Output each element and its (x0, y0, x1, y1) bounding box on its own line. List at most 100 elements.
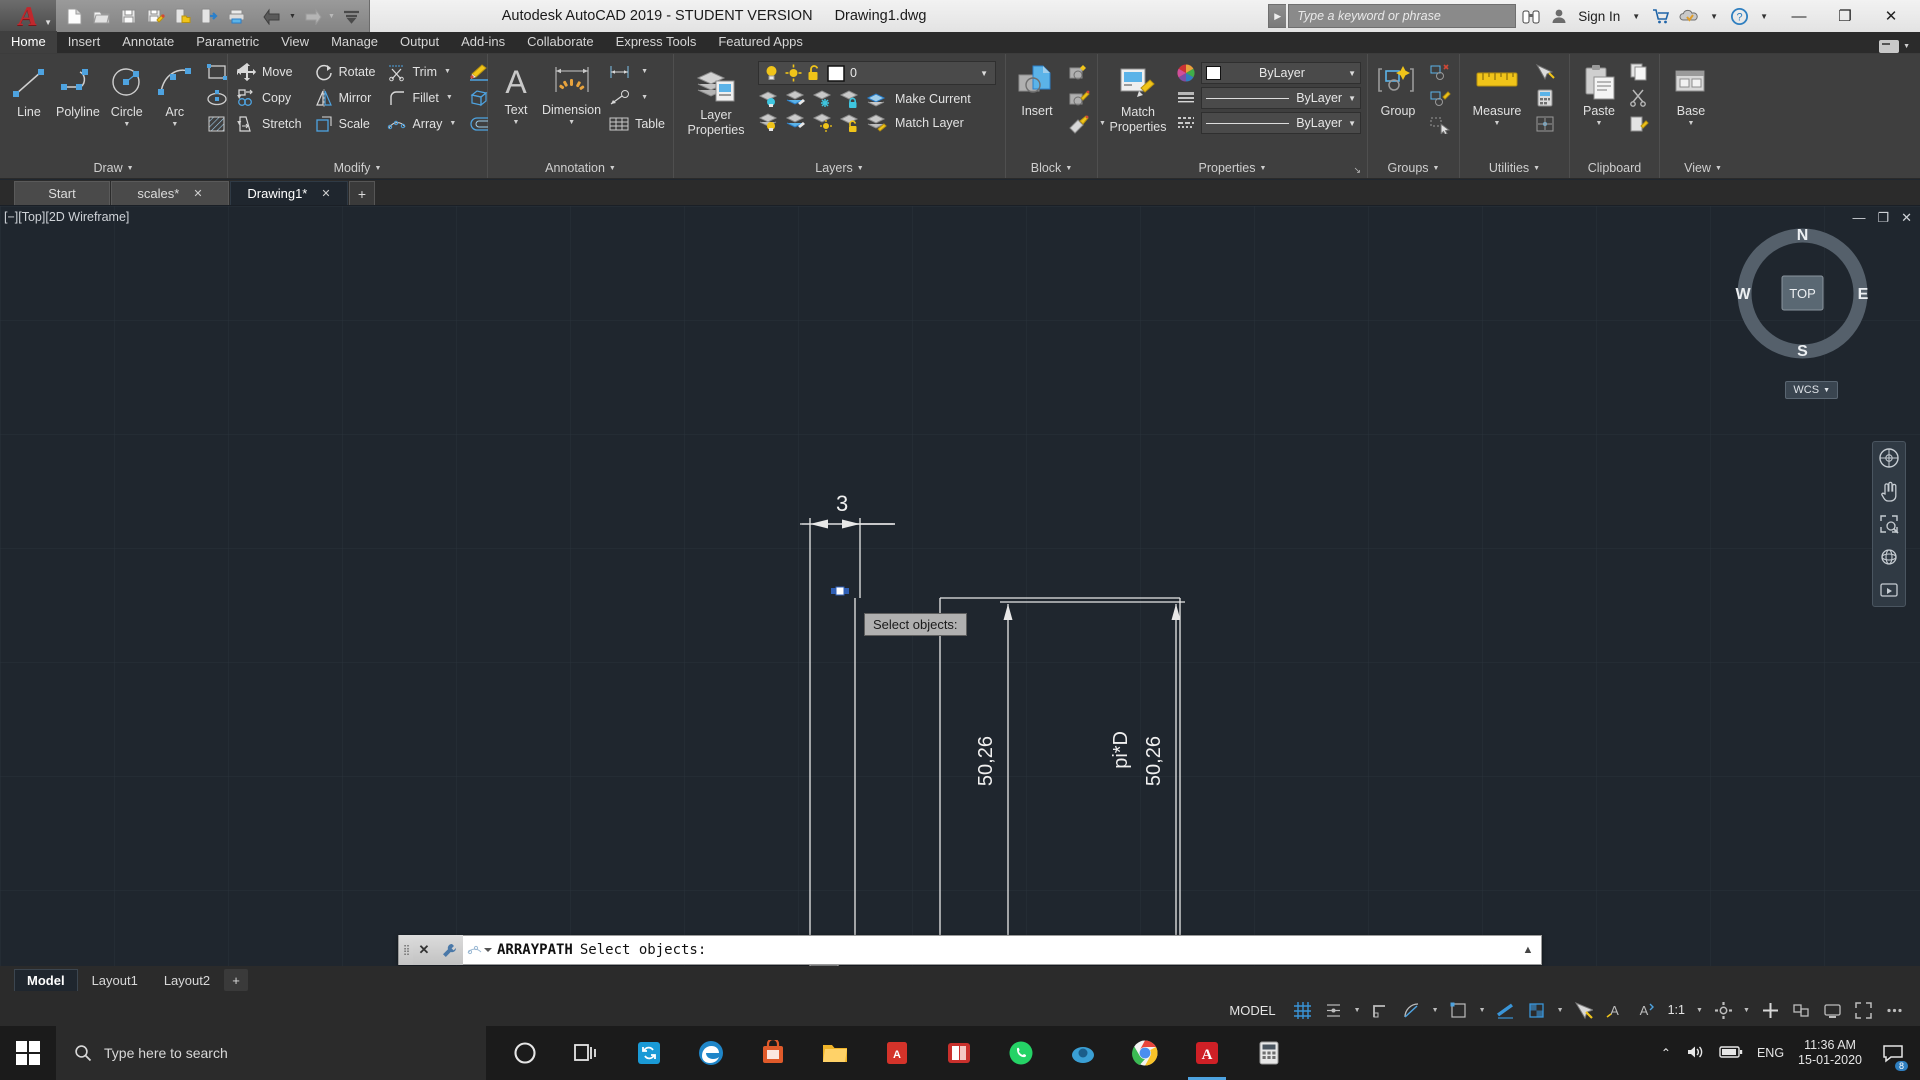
quick-select-button[interactable] (1531, 59, 1559, 84)
annotation-table-button[interactable]: Table (605, 111, 668, 136)
layer-properties-button[interactable]: Layer Properties (680, 59, 752, 140)
help-search-input[interactable]: Type a keyword or phrase (1288, 4, 1517, 28)
object-color-combo[interactable]: ByLayer ▼ (1201, 62, 1361, 84)
minimize-button[interactable]: — (1776, 0, 1822, 32)
draw-arc-chevron-down-icon[interactable]: ▼ (171, 121, 178, 128)
chevron-down-icon[interactable]: ▼ (1348, 119, 1356, 128)
cloud-sync-icon[interactable] (1676, 2, 1702, 30)
panel-title-properties[interactable]: Properties ▼ ↘ (1098, 158, 1367, 178)
plot-preview-button[interactable] (170, 3, 194, 29)
modify-trim-chevron-down-icon[interactable]: ▼ (444, 68, 451, 75)
search-dropdown-icon[interactable]: ▶ (1268, 4, 1287, 28)
paste-button[interactable]: Paste ▼ (1576, 59, 1622, 130)
clock[interactable]: 11:36 AM 15-01-2020 (1798, 1038, 1862, 1068)
draw-line-button[interactable]: Line (6, 59, 52, 122)
save-as-button[interactable] (143, 3, 167, 29)
annotation-visibility-icon[interactable]: A (1603, 999, 1627, 1021)
modify-move-button[interactable]: Move (234, 59, 305, 84)
tray-expand-icon[interactable]: ⌃ (1661, 1046, 1671, 1060)
layer-on-bulb-icon[interactable] (763, 64, 780, 82)
language-indicator[interactable]: ENG (1757, 1046, 1784, 1060)
redo-dropdown-icon[interactable]: ▼ (327, 13, 336, 20)
chevron-down-icon[interactable]: ▼ (980, 69, 991, 78)
layer-unisolate-icon[interactable] (785, 113, 807, 133)
open-file-button[interactable] (89, 3, 113, 29)
close-button[interactable]: ✕ (1868, 0, 1914, 32)
grid-display-icon[interactable] (1291, 999, 1315, 1021)
ribbon-tab-express-tools[interactable]: Express Tools (605, 31, 708, 53)
measure-button[interactable]: Measure ▼ (1466, 59, 1528, 130)
annotation-linear-chevron-down-icon[interactable]: ▼ (641, 68, 648, 75)
ribbon-tab-featured-apps[interactable]: Featured Apps (707, 31, 814, 53)
autocad-icon[interactable]: A (1176, 1026, 1238, 1080)
make-current-label[interactable]: Make Current (895, 92, 971, 106)
paste-chevron-down-icon[interactable]: ▼ (1596, 120, 1603, 127)
draw-circle-button[interactable]: Circle ▼ (104, 59, 150, 131)
search-binoculars-icon[interactable] (1518, 2, 1544, 30)
command-line-expand-icon[interactable]: ▲ (1515, 944, 1541, 956)
whatsapp-icon[interactable] (990, 1026, 1052, 1080)
draw-circle-chevron-down-icon[interactable]: ▼ (123, 121, 130, 128)
modify-rotate-button[interactable]: Rotate (311, 59, 379, 84)
chevron-down-icon[interactable]: ▼ (857, 165, 864, 172)
paste-special-button[interactable] (1625, 111, 1653, 136)
sign-in-chevron-icon[interactable]: ▼ (1626, 12, 1646, 21)
polar-tracking-icon[interactable] (1400, 999, 1424, 1021)
ribbon-tab-view[interactable]: View (270, 31, 320, 53)
modify-array-chevron-down-icon[interactable]: ▼ (449, 120, 456, 127)
panel-title-clipboard[interactable]: Clipboard (1570, 158, 1659, 178)
volume-icon[interactable] (1685, 1043, 1705, 1064)
showmotion-icon[interactable] (1877, 579, 1901, 601)
customize-qat-button[interactable] (339, 3, 363, 29)
layer-on-icon[interactable] (758, 113, 780, 133)
sign-in-button[interactable]: Sign In (1574, 9, 1624, 24)
chevron-down-icon[interactable]: ▼ (1348, 94, 1356, 103)
redo-button[interactable] (300, 3, 324, 29)
file-explorer-icon[interactable] (804, 1026, 866, 1080)
layer-unlock-row-icon[interactable] (839, 113, 861, 133)
ungroup-button[interactable] (1425, 59, 1455, 84)
maximize-button[interactable]: ❐ (1822, 0, 1868, 32)
match-layer-label[interactable]: Match Layer (895, 116, 964, 130)
ribbon-tab-parametric[interactable]: Parametric (185, 31, 270, 53)
pdf-reader-icon[interactable]: A (866, 1026, 928, 1080)
polar-chevron-down-icon[interactable]: ▼ (1431, 1007, 1440, 1014)
battery-icon[interactable] (1719, 1045, 1743, 1062)
chrome-icon[interactable] (1114, 1026, 1176, 1080)
panel-title-draw[interactable]: Draw ▼ (0, 158, 227, 178)
modify-copy-button[interactable]: Copy (234, 85, 305, 110)
chevron-down-icon[interactable]: ▼ (1823, 387, 1830, 394)
new-layout-button[interactable]: + (224, 969, 249, 991)
workspace-switch-icon[interactable] (1711, 999, 1735, 1021)
chevron-down-icon[interactable]: ▼ (1433, 165, 1440, 172)
orbit-icon[interactable] (1877, 546, 1901, 568)
layout-tab-model[interactable]: Model (14, 969, 78, 991)
view-cube[interactable]: TOP N E S W (1735, 226, 1870, 361)
chevron-down-icon[interactable]: ▼ (1065, 165, 1072, 172)
layer-freeze-icon[interactable] (812, 89, 834, 109)
chevron-down-icon[interactable]: ▼ (1533, 165, 1540, 172)
modify-fillet-button[interactable]: Fillet ▼ (384, 85, 459, 110)
cut-clip-button[interactable] (1625, 85, 1653, 110)
modify-scale-button[interactable]: Scale (311, 111, 379, 136)
ribbon-tab-manage[interactable]: Manage (320, 31, 389, 53)
block-insert-button[interactable]: Insert (1012, 59, 1062, 121)
start-button[interactable] (0, 1026, 56, 1080)
annotation-leader-chevron-down-icon[interactable]: ▼ (641, 94, 648, 101)
cortana-icon[interactable] (494, 1026, 556, 1080)
annotation-dimension-chevron-down-icon[interactable]: ▼ (568, 119, 575, 126)
properties-dialog-launcher[interactable]: ↘ (1353, 165, 1361, 176)
undo-dropdown-icon[interactable]: ▼ (288, 13, 297, 20)
modify-trim-button[interactable]: Trim ▼ (384, 59, 459, 84)
file-tab-start[interactable]: Start (14, 181, 110, 205)
ortho-mode-icon[interactable] (1369, 999, 1393, 1021)
new-file-button[interactable] (62, 3, 86, 29)
layer-off-icon[interactable] (758, 89, 780, 109)
isolate-objects-icon[interactable] (1789, 999, 1813, 1021)
chevron-down-icon[interactable]: ▼ (609, 165, 616, 172)
base-view-button[interactable]: Base ▼ (1666, 59, 1716, 130)
workspace-icon[interactable] (1879, 40, 1900, 53)
draw-polyline-button[interactable]: Polyline (54, 59, 102, 122)
command-line-customize-button[interactable] (435, 935, 463, 965)
taskbar-search-box[interactable]: Type here to search (56, 1026, 486, 1080)
